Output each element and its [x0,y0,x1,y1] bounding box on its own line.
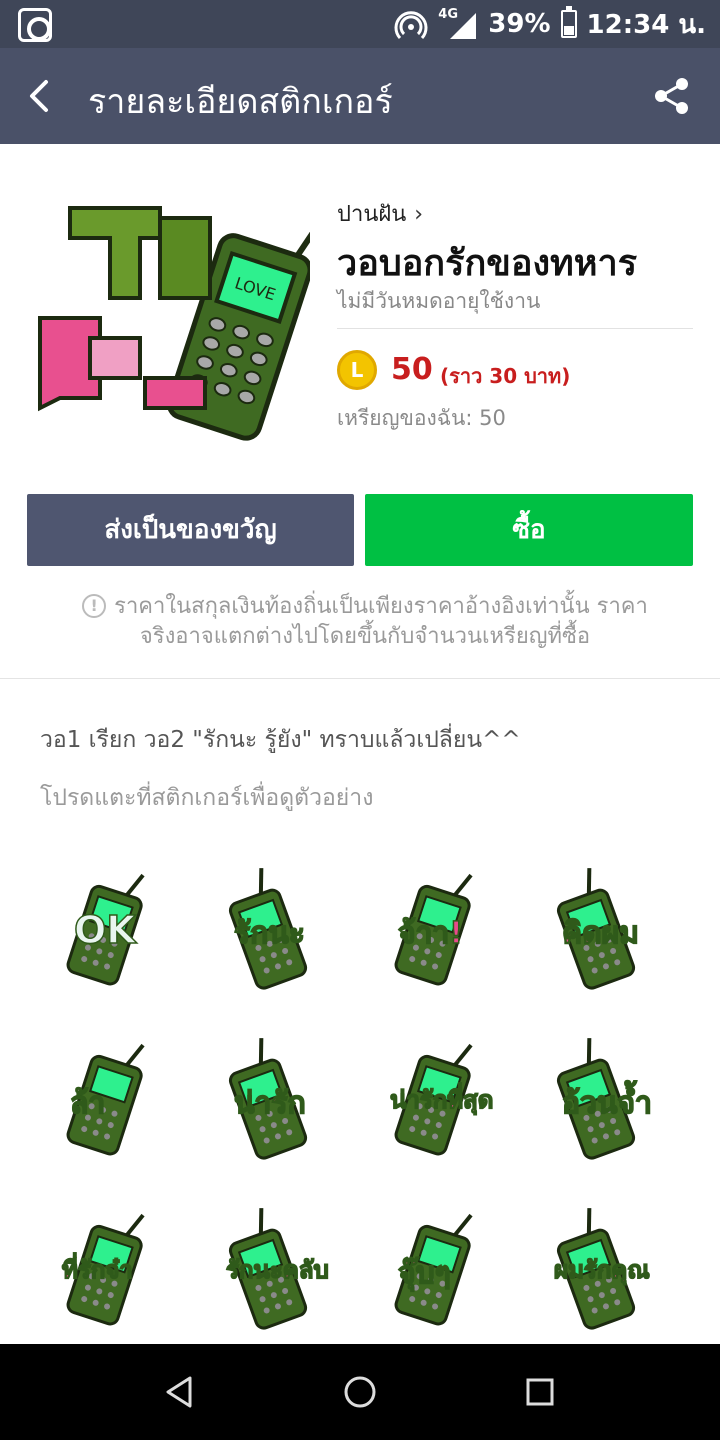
sticker-label: ที่รักจ๋า [61,1255,133,1285]
nav-home-icon[interactable] [340,1372,380,1412]
author-link[interactable]: ปานฝัน › [337,196,423,231]
price-notice: ! ราคาในสกุลเงินท้องถิ่นเป็นเพียงราคาอ้าง… [40,592,690,652]
status-bar: 4G 39% 12:34 น. [0,0,720,48]
battery-icon [560,6,577,38]
signal-icon: 4G [438,7,478,39]
status-indicators: 4G 39% 12:34 น. [394,6,706,42]
divider [337,328,693,329]
sticker-item[interactable]: ล้า [40,1018,200,1178]
validity-text: ไม่มีวันหมดอายุใช้งาน [337,289,541,313]
price-approx: (ราว 30 บาท) [440,364,571,388]
author-name: ปานฝัน [337,202,407,227]
notice-line-2: จริงอาจแตกต่างไปโดยขึ้นกับจำนวนเหรียญที่… [139,624,591,649]
sticker-item[interactable]: จุ๊บๆ [368,1188,528,1348]
buy-button[interactable]: ซื้อ [365,494,693,566]
nav-recents-icon[interactable] [520,1372,560,1412]
sticker-item[interactable]: ผมรักคุณ [532,1188,692,1348]
sticker-label: คิดผม [561,915,639,952]
sticker-grid: OK รักนะ จ้าา! คิดผมล้า น่ารัก น่ารักที่สุด อ้… [40,848,680,1330]
app-header: รายละเอียดสติกเกอร์ [0,48,720,144]
sticker-label: จุ๊บๆ [397,1255,451,1292]
hotspot-icon [394,11,428,40]
sticker-item[interactable]: น่ารักที่สุด [368,1018,528,1178]
walkie-talkie-icon [66,1043,145,1156]
sticker-label: น่ารักที่สุด [389,1085,494,1115]
sticker-item[interactable]: OK [40,848,200,1008]
sticker-label: รักนะ [233,915,305,952]
system-nav-bar [0,1344,720,1440]
sticker-item[interactable]: รักนะคลับ [204,1188,364,1348]
sticker-item[interactable]: จ้าา! [368,848,528,1008]
my-coins-balance: เหรียญของฉัน: 50 [337,406,506,430]
sticker-item[interactable]: คิดผม [532,848,692,1008]
sticker-item[interactable]: อ้วนจ้ำ [532,1018,692,1178]
nav-back-icon[interactable] [160,1372,200,1412]
sticker-label: รักนะคลับ [225,1255,329,1285]
share-icon[interactable] [652,76,692,116]
gift-button[interactable]: ส่งเป็นของขวัญ [27,494,354,566]
sticker-label: ผมรักคุณ [553,1255,650,1285]
price-value: 50 [391,352,433,387]
sticker-description: วอ1 เรียก วอ2 "รักนะ รู้ยัง" ทราบแล้วเปล… [40,727,521,753]
sticker-label: ล้า [69,1085,106,1122]
sticker-label: OK [73,907,136,953]
back-arrow-icon[interactable] [20,76,60,116]
sticker-item[interactable]: ที่รักจ๋า [40,1188,200,1348]
product-name: วอบอกรักของทหาร [337,243,638,284]
sticker-item[interactable]: รักนะ [204,848,364,1008]
sticker-label: อ้วนจ้ำ [561,1085,652,1122]
sticker-label: จ้าา! [397,915,463,952]
preview-hint: โปรดแตะที่สติกเกอร์เพื่อดูตัวอย่าง [40,785,374,811]
notice-line-1: ราคาในสกุลเงินท้องถิ่นเป็นเพียงราคาอ้างอ… [114,594,648,619]
clock: 12:34 น. [586,9,706,40]
app-notification-icon [18,8,52,42]
battery-percentage: 39% [488,9,551,39]
page-title: รายละเอียดสติกเกอร์ [88,82,393,122]
line-coin-icon: L [337,350,377,390]
sticker-label: น่ารัก [233,1085,306,1122]
sticker-item[interactable]: น่ารัก [204,1018,364,1178]
chevron-right-icon: › [414,202,424,227]
section-divider [0,678,720,679]
sticker-thumbnail: LOVE [38,202,310,441]
info-icon: ! [82,594,107,618]
